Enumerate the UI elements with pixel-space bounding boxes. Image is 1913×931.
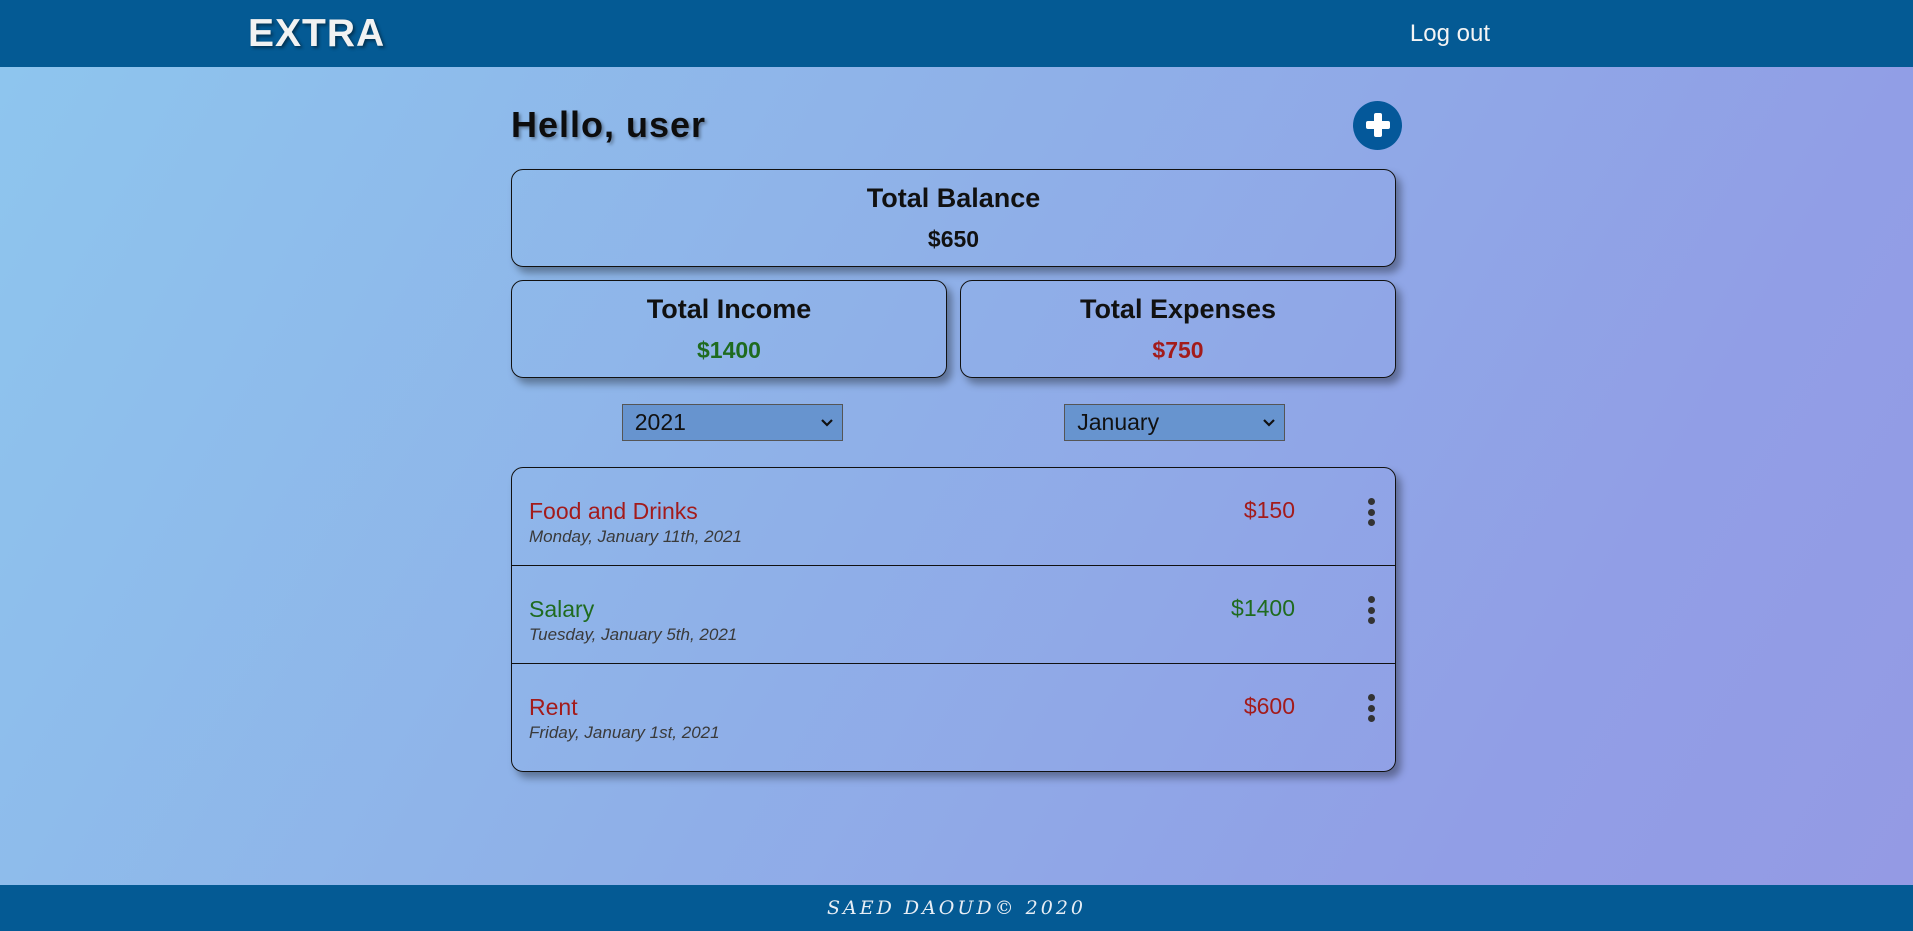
header-row: Hello, user	[511, 99, 1402, 151]
summary-row: Total Income $1400 Total Expenses $750	[511, 280, 1396, 378]
total-expenses-title: Total Expenses	[1079, 294, 1277, 324]
transaction-date: Tuesday, January 5th, 2021	[529, 625, 738, 644]
transaction-amount: $600	[1243, 693, 1295, 719]
logout-button[interactable]: Log out	[1410, 20, 1490, 48]
transaction-list: Food and Drinks Monday, January 11th, 20…	[511, 467, 1396, 772]
year-select-value: 2021	[634, 409, 686, 435]
filters: 2021 January	[511, 404, 1396, 441]
plus-circle-icon	[1365, 113, 1390, 137]
brand-logo[interactable]: EXTRA	[248, 12, 385, 56]
more-options-icon[interactable]	[1363, 498, 1379, 526]
transaction-amount: $150	[1243, 497, 1295, 523]
month-select-value: January	[1077, 409, 1160, 435]
chevron-down-icon	[820, 418, 833, 427]
total-expenses-card: Total Expenses $750	[960, 280, 1396, 378]
transaction-date: Monday, January 11th, 2021	[529, 527, 742, 546]
total-balance-value: $650	[927, 226, 980, 252]
total-income-title: Total Income	[646, 294, 812, 324]
greeting-title: Hello, user	[511, 104, 707, 145]
more-options-icon[interactable]	[1363, 596, 1379, 624]
footer-copyright: SAED DAOUD© 2020	[826, 897, 1087, 919]
total-balance-card: Total Balance $650	[511, 169, 1396, 267]
transaction-name: Rent	[529, 694, 578, 720]
transaction-row: Food and Drinks Monday, January 11th, 20…	[512, 468, 1395, 566]
total-expenses-value: $750	[1152, 337, 1204, 363]
transaction-row: Salary Tuesday, January 5th, 2021 $1400	[512, 566, 1395, 664]
transaction-name: Salary	[529, 596, 595, 622]
more-options-icon[interactable]	[1363, 694, 1379, 722]
total-income-value: $1400	[697, 337, 761, 363]
footer: SAED DAOUD© 2020	[0, 885, 1913, 931]
transaction-amount: $1400	[1231, 595, 1295, 621]
transaction-name: Food and Drinks	[529, 498, 698, 524]
total-income-card: Total Income $1400	[511, 280, 947, 378]
transaction-row: Rent Friday, January 1st, 2021 $600	[512, 664, 1395, 771]
transaction-date: Friday, January 1st, 2021	[529, 723, 720, 742]
month-select[interactable]: January	[1064, 404, 1286, 441]
total-balance-title: Total Balance	[866, 183, 1041, 213]
navbar: EXTRA Log out	[0, 0, 1913, 67]
chevron-down-icon	[1263, 418, 1276, 427]
dashboard: Hello, user Total Balance $650 Total Inc…	[511, 99, 1402, 772]
add-transaction-button[interactable]	[1353, 100, 1402, 150]
year-select[interactable]: 2021	[621, 404, 843, 441]
